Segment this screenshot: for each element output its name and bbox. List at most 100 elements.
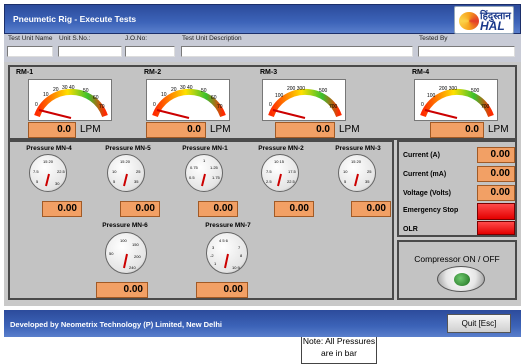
pressure-mn4-value: 0.00 bbox=[42, 201, 82, 217]
current-ma-label: Current (mA) bbox=[403, 171, 447, 178]
svg-text:0: 0 bbox=[421, 102, 424, 108]
svg-text:200 300: 200 300 bbox=[439, 86, 457, 92]
svg-text:2.5: 2.5 bbox=[266, 179, 272, 184]
pressure-mn4-gauge: 15 20 7.5 22.5 5 30 bbox=[29, 154, 67, 192]
tested-by-label: Tested By bbox=[419, 35, 448, 42]
svg-text:15 20: 15 20 bbox=[120, 159, 131, 164]
svg-text:500: 500 bbox=[471, 88, 480, 94]
pressure-mn6-label: Pressure MN-6 bbox=[102, 222, 148, 229]
jo-no-label: J.O.No: bbox=[125, 35, 148, 42]
unit-sno-field[interactable] bbox=[58, 46, 122, 57]
rm2-value: 0.0 bbox=[146, 122, 206, 138]
svg-text:60: 60 bbox=[93, 95, 99, 101]
rm3-value: 0.0 bbox=[275, 122, 335, 138]
logo-hal-text: HAL bbox=[480, 19, 505, 33]
pressure-mn2-value: 0.00 bbox=[274, 201, 314, 217]
rm4-value: 0.0 bbox=[430, 122, 484, 138]
title-bar: Pneumetic Rig - Execute Tests हिंदुस्तान… bbox=[4, 4, 521, 34]
svg-text:20: 20 bbox=[53, 87, 59, 93]
svg-text:150: 150 bbox=[132, 242, 139, 247]
olr-label: OLR bbox=[403, 226, 418, 233]
rm1-gauge-dial: 01020 30 40 506070 bbox=[34, 85, 108, 119]
pressure-mn6-needle: 100 150 50 200 240 bbox=[109, 238, 141, 270]
current-ma-value: 0.00 bbox=[477, 166, 515, 182]
window-title: Pneumetic Rig - Execute Tests bbox=[13, 14, 137, 24]
pressure-mn5-needle: 15 2010 25 5 35 bbox=[112, 159, 141, 187]
pressure-mn1-value: 0.00 bbox=[198, 201, 238, 217]
quit-button[interactable]: Quit [Esc] bbox=[447, 314, 511, 333]
svg-text:10: 10 bbox=[161, 92, 167, 98]
svg-text:0: 0 bbox=[35, 102, 38, 108]
pressure-mn7-label: Pressure MN-7 bbox=[205, 222, 251, 229]
svg-text:7: 7 bbox=[238, 245, 241, 250]
rm2-gauge: 0 10 20 30 40 50 60 70 bbox=[146, 79, 230, 121]
svg-text:30: 30 bbox=[55, 181, 60, 186]
pressure-mn7-needle: 4 5 6 3 7 -2 8 1 10 9 bbox=[210, 238, 243, 270]
footer-bar: Developed by Neometrix Technology (P) Li… bbox=[4, 310, 521, 337]
rm2-label: RM-2 bbox=[144, 69, 162, 76]
jo-no-field[interactable] bbox=[125, 46, 175, 57]
svg-text:100: 100 bbox=[120, 238, 127, 243]
svg-text:50: 50 bbox=[109, 251, 114, 256]
svg-text:10: 10 bbox=[43, 92, 49, 98]
svg-text:35: 35 bbox=[365, 179, 370, 184]
svg-text:8: 8 bbox=[240, 253, 243, 258]
rm1-gauge: 0 10 20 30 40 50 60 70 bbox=[28, 79, 112, 121]
compressor-label: Compressor ON / OFF bbox=[414, 254, 500, 264]
pressure-mn1-label: Pressure MN-1 bbox=[182, 145, 228, 152]
svg-text:5: 5 bbox=[36, 179, 39, 184]
rm3-unit: LPM bbox=[339, 124, 360, 135]
pressure-mn5-gauge: 15 20 10 25 5 35 bbox=[107, 154, 145, 192]
test-unit-name-field[interactable] bbox=[7, 46, 53, 57]
svg-text:5: 5 bbox=[344, 179, 347, 184]
svg-text:500: 500 bbox=[319, 88, 328, 94]
pressure-mn3-label: Pressure MN-3 bbox=[335, 145, 381, 152]
svg-text:25: 25 bbox=[367, 169, 372, 174]
compressor-status-icon bbox=[454, 273, 470, 286]
pressure-mn3-value: 0.00 bbox=[351, 201, 391, 217]
svg-text:-2: -2 bbox=[210, 253, 214, 258]
olr-indicator bbox=[477, 221, 515, 235]
svg-text:15 20: 15 20 bbox=[351, 159, 362, 164]
svg-text:3: 3 bbox=[212, 245, 215, 250]
svg-text:35: 35 bbox=[134, 179, 139, 184]
svg-text:60: 60 bbox=[211, 95, 217, 101]
flow-meters-panel: RM-1 0 10 20 30 40 50 60 70 0.0 LPM RM-2 0 10 20… bbox=[8, 65, 517, 140]
rm3-label: RM-3 bbox=[260, 69, 278, 76]
current-a-value: 0.00 bbox=[477, 147, 515, 163]
hal-logo: हिंदुस्तान HAL bbox=[454, 6, 514, 34]
pressure-mn1-gauge: 1 0.75 1.25 0.5 1.75 bbox=[185, 154, 223, 192]
compressor-toggle-button[interactable] bbox=[437, 266, 485, 292]
pressure-mn2-label: Pressure MN-2 bbox=[258, 145, 304, 152]
svg-text:200: 200 bbox=[134, 254, 141, 259]
developer-credit: Developed by Neometrix Technology (P) Li… bbox=[10, 320, 222, 329]
pressure-mn1-needle: 1 0.75 1.25 0.5 1.75 bbox=[189, 158, 221, 187]
rm1-unit: LPM bbox=[80, 124, 101, 135]
svg-text:7.5: 7.5 bbox=[266, 169, 272, 174]
test-unit-name-label: Test Unit Name bbox=[8, 35, 53, 42]
svg-text:100: 100 bbox=[275, 93, 284, 99]
svg-text:0.75: 0.75 bbox=[190, 165, 199, 170]
svg-text:10 15: 10 15 bbox=[274, 159, 285, 164]
pressure-mn2-gauge: 10 15 7.5 17.5 2.5 22.5 bbox=[261, 154, 299, 192]
tested-by-field[interactable] bbox=[418, 46, 515, 57]
rm4-gauge-dial: 0100200 300 500 700 bbox=[420, 86, 494, 119]
svg-text:22.5: 22.5 bbox=[287, 179, 296, 184]
pressure-mn7-value: 0.00 bbox=[196, 282, 248, 298]
svg-text:70: 70 bbox=[99, 104, 105, 110]
svg-text:1.25: 1.25 bbox=[210, 165, 219, 170]
pressure-mn2-needle: 10 157.5 17.5 2.5 22.5 bbox=[266, 159, 297, 187]
svg-text:0.5: 0.5 bbox=[189, 175, 195, 180]
rm2-gauge-dial: 01020 30 40 506070 bbox=[152, 85, 226, 119]
svg-text:17.5: 17.5 bbox=[288, 169, 297, 174]
test-unit-description-field[interactable] bbox=[181, 46, 413, 57]
svg-text:50: 50 bbox=[83, 88, 89, 94]
svg-text:4 5 6: 4 5 6 bbox=[219, 238, 229, 243]
svg-text:1.75: 1.75 bbox=[212, 175, 221, 180]
svg-text:30 40: 30 40 bbox=[180, 85, 193, 91]
svg-text:50: 50 bbox=[201, 88, 207, 94]
pressure-mn4-needle: 15 20 7.5 22.5 5 30 bbox=[33, 159, 66, 187]
emergency-stop-indicator bbox=[477, 203, 515, 220]
voltage-value: 0.00 bbox=[477, 185, 515, 201]
svg-text:0: 0 bbox=[153, 102, 156, 108]
